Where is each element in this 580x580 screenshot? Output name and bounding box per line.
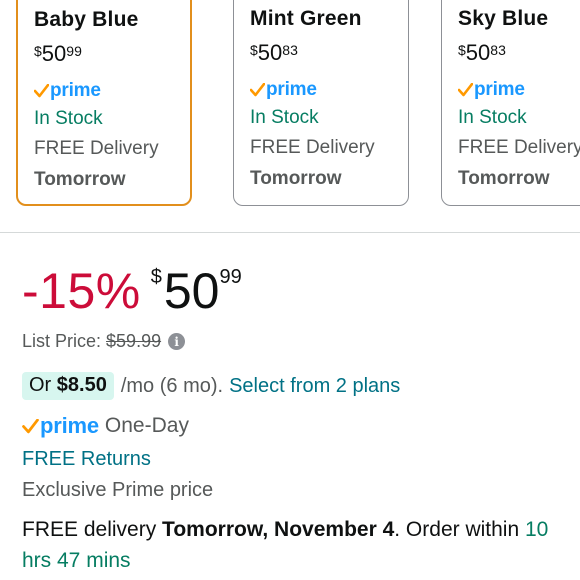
list-price-label: List Price:	[22, 331, 102, 351]
prime-logo: prime	[458, 79, 525, 101]
delivery-order-text: . Order within	[394, 518, 520, 541]
delivery-label: FREE Delivery	[458, 137, 580, 158]
prime-check-icon	[458, 83, 473, 97]
info-icon[interactable]: i	[168, 333, 186, 350]
prime-speed: One-Day	[104, 414, 189, 437]
delivery-date: Tomorrow, November 4	[162, 518, 395, 541]
installment-amount-badge: Or $8.50	[22, 372, 114, 400]
exclusive-price-note: Exclusive Prime price	[22, 479, 214, 501]
discount-percentage: -15%	[22, 263, 141, 319]
price-currency: $	[150, 266, 162, 288]
section-divider	[0, 232, 580, 233]
prime-logo: prime	[250, 79, 317, 101]
delivery-day: Tomorrow	[34, 169, 126, 190]
prime-logo-text: prime	[40, 413, 99, 438]
variant-card-sky-blue[interactable]: Sky Blue $5083 prime In Stock FREE Deliv…	[441, 0, 580, 206]
installment-offer: Or $8.50 /mo (6 mo). Select from 2 plans	[22, 372, 400, 400]
variant-card-mint-green[interactable]: Mint Green $5083 prime In Stock FREE Del…	[233, 0, 409, 206]
list-price-value: $59.99	[106, 331, 162, 351]
variant-price: $5099	[34, 41, 82, 66]
select-plans-link[interactable]: Select from 2 plans	[229, 375, 400, 398]
price-fraction: 99	[219, 266, 242, 288]
installment-term: /mo (6 mo).	[120, 374, 224, 397]
prime-one-day-badge: prime One-Day	[22, 413, 189, 439]
variant-card-baby-blue[interactable]: Baby Blue $5099 prime In Stock FREE Deli…	[16, 0, 192, 206]
price-whole: 50	[163, 263, 220, 319]
stock-status: In Stock	[250, 107, 319, 128]
variant-price: $5083	[250, 40, 298, 65]
delivery-day: Tomorrow	[458, 168, 550, 189]
prime-logo: prime	[34, 80, 101, 102]
list-price: List Price: $59.99 i	[22, 331, 186, 352]
free-returns-link[interactable]: FREE Returns	[22, 448, 151, 471]
prime-check-icon	[250, 83, 265, 97]
variant-name: Mint Green	[250, 7, 362, 30]
stock-status: In Stock	[458, 107, 527, 128]
prime-check-icon	[22, 418, 39, 433]
variant-name: Sky Blue	[458, 7, 549, 30]
variant-price: $5083	[458, 40, 506, 65]
delivery-label: FREE Delivery	[34, 138, 159, 159]
delivery-message: FREE delivery Tomorrow, November 4. Orde…	[22, 514, 562, 576]
variant-name: Baby Blue	[34, 8, 139, 31]
price-block: -15% $5099	[22, 262, 242, 322]
delivery-day: Tomorrow	[250, 168, 342, 189]
prime-check-icon	[34, 84, 49, 98]
stock-status: In Stock	[34, 108, 103, 129]
delivery-prefix: FREE delivery	[22, 518, 157, 541]
delivery-label: FREE Delivery	[250, 137, 375, 158]
color-variant-selector: Baby Blue $5099 prime In Stock FREE Deli…	[0, 0, 580, 232]
